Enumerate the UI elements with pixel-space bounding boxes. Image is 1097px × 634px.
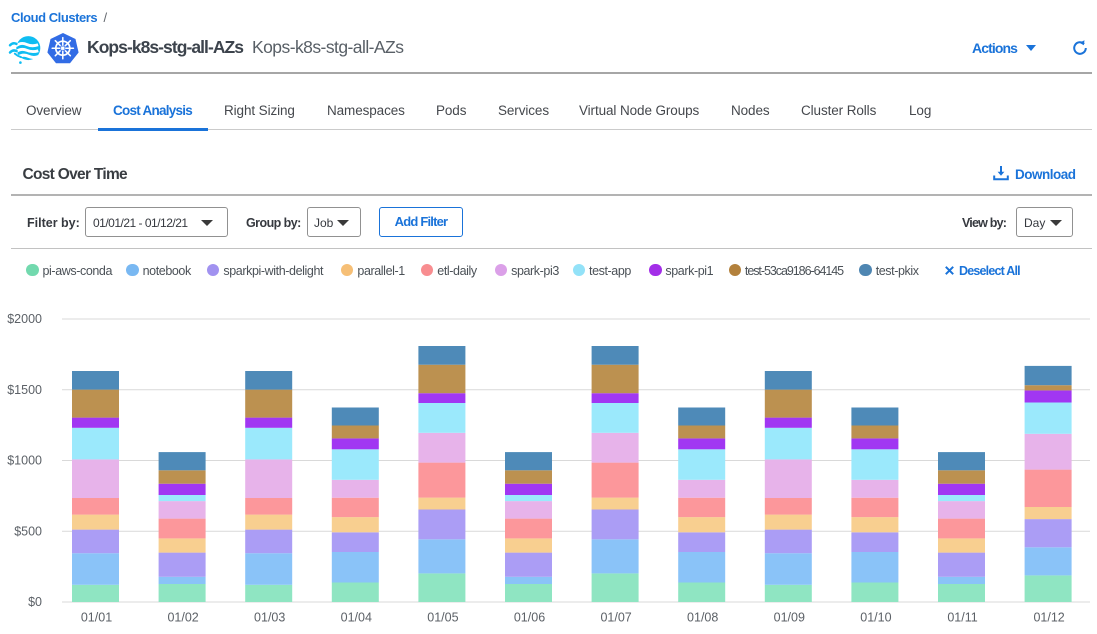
svg-text:01/09: 01/09 bbox=[774, 611, 805, 625]
svg-text:01/12: 01/12 bbox=[1033, 611, 1064, 625]
svg-text:$1000: $1000 bbox=[7, 454, 42, 468]
svg-text:01/10: 01/10 bbox=[860, 611, 891, 625]
svg-text:01/01: 01/01 bbox=[81, 611, 112, 625]
svg-text:01/03: 01/03 bbox=[254, 611, 285, 625]
svg-text:01/02: 01/02 bbox=[167, 611, 198, 625]
svg-text:$500: $500 bbox=[14, 524, 42, 538]
svg-text:01/06: 01/06 bbox=[514, 611, 545, 625]
svg-text:$1500: $1500 bbox=[7, 383, 42, 397]
svg-text:$0: $0 bbox=[28, 595, 42, 609]
svg-text:01/07: 01/07 bbox=[600, 611, 631, 625]
svg-text:$2000: $2000 bbox=[7, 312, 42, 326]
svg-text:01/11: 01/11 bbox=[947, 611, 977, 625]
svg-text:01/04: 01/04 bbox=[341, 611, 372, 625]
svg-text:01/08: 01/08 bbox=[687, 611, 718, 625]
svg-text:01/05: 01/05 bbox=[427, 611, 458, 625]
